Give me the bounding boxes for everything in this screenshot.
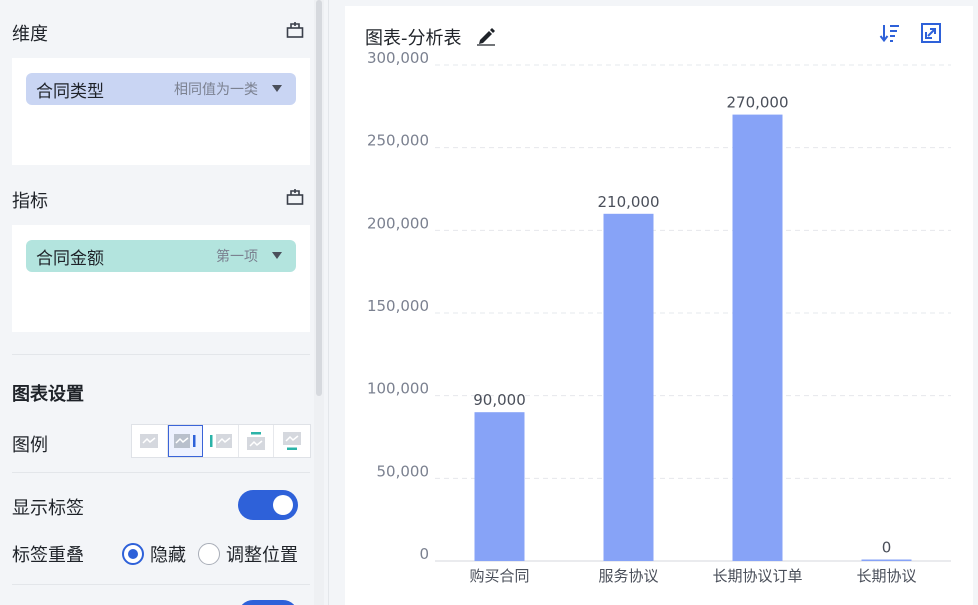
bar [861, 559, 912, 561]
data-label: 0 [882, 539, 892, 557]
divider [12, 584, 310, 585]
bar [474, 412, 525, 561]
config-panel: 维度 合同类型 相同值为一类 指标 合同金额 第一项 图表设置 图例 显示标签 … [0, 0, 324, 605]
legend-none-option[interactable] [132, 425, 168, 457]
legend-top-option[interactable] [239, 425, 275, 457]
show-labels-label: 显示标签 [12, 498, 84, 519]
add-field-icon[interactable] [285, 187, 305, 207]
radio-unchecked-icon [198, 543, 220, 565]
overlap-hide-label: 隐藏 [150, 545, 186, 566]
legend-left-option[interactable] [203, 425, 239, 457]
overlap-adjust-label: 调整位置 [226, 545, 298, 566]
y-tick-label: 100,000 [367, 380, 429, 398]
dimension-title: 维度 [12, 24, 48, 45]
overlap-adjust-radio[interactable]: 调整位置 [198, 541, 298, 567]
bar [603, 213, 654, 562]
y-tick-label: 50,000 [377, 462, 430, 480]
y-tick-label: 200,000 [367, 214, 429, 232]
chart-panel: 图表-分析表 0 50,000 100,000 150,000 200,000 250,0… [345, 6, 973, 605]
legend-top-icon [247, 432, 266, 450]
caret-down-icon[interactable] [272, 252, 282, 259]
legend-label: 图例 [12, 435, 48, 456]
legend-position-group [131, 424, 311, 458]
y-tick-label: 250,000 [367, 132, 429, 150]
divider [12, 354, 310, 355]
panel-divider [328, 0, 329, 605]
caret-down-icon[interactable] [272, 85, 282, 92]
overlap-label: 标签重叠 [12, 545, 84, 566]
dimension-field-pill[interactable]: 合同类型 相同值为一类 [26, 73, 296, 105]
legend-bottom-icon [283, 432, 302, 450]
toggle-knob [273, 495, 293, 515]
x-tick-label: 长期协议订单 [712, 567, 802, 585]
overlap-hide-radio[interactable]: 隐藏 [122, 541, 186, 567]
radio-checked-icon [122, 543, 144, 565]
show-labels-toggle[interactable] [238, 490, 298, 520]
y-tick-label: 150,000 [367, 297, 429, 315]
metric-field-name: 合同金额 [36, 248, 104, 269]
metric-dropzone[interactable]: 合同金额 第一项 [12, 225, 310, 332]
dimension-field-name: 合同类型 [36, 81, 104, 102]
next-setting-toggle[interactable] [238, 600, 298, 605]
legend-right-option[interactable] [167, 425, 204, 457]
data-label: 210,000 [597, 193, 659, 211]
data-label: 90,000 [473, 391, 526, 409]
y-tick-label: 0 [419, 545, 429, 563]
scrollbar-thumb[interactable] [316, 0, 322, 396]
bar-chart: 0 50,000 100,000 150,000 200,000 250,000 300,0… [367, 49, 951, 585]
chart-settings-title: 图表设置 [12, 384, 84, 405]
x-tick-label: 长期协议 [856, 567, 916, 585]
add-field-icon[interactable] [285, 20, 305, 40]
bar [732, 114, 783, 561]
legend-left-icon [209, 434, 232, 448]
metric-title: 指标 [12, 191, 48, 212]
legend-none-icon [140, 434, 159, 448]
divider [12, 472, 310, 473]
x-tick-label: 购买合同 [469, 567, 529, 585]
data-label: 270,000 [726, 94, 788, 112]
x-tick-label: 服务协议 [598, 567, 658, 585]
dimension-dropzone[interactable]: 合同类型 相同值为一类 [12, 58, 310, 165]
y-tick-label: 300,000 [367, 49, 429, 67]
dimension-field-hint: 相同值为一类 [174, 82, 258, 98]
metric-field-pill[interactable]: 合同金额 第一项 [26, 240, 296, 272]
metric-field-hint: 第一项 [216, 249, 258, 265]
legend-right-icon [174, 434, 196, 448]
legend-bottom-option[interactable] [274, 425, 310, 457]
